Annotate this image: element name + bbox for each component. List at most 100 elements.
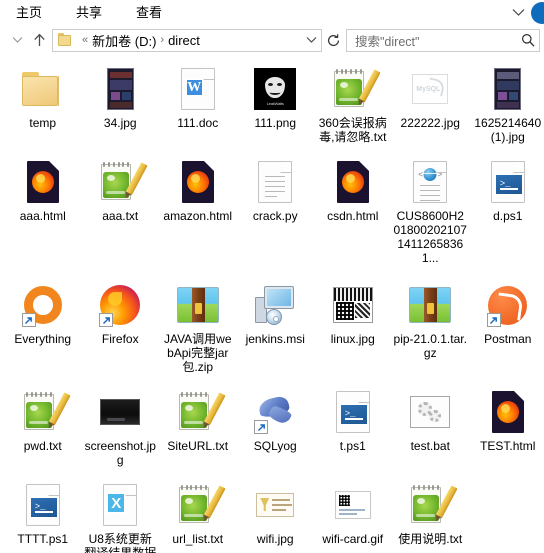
file-item-java-zip[interactable]: JAVA调用webApi完整jar包.zip xyxy=(159,265,237,374)
wifi-thumb-icon xyxy=(251,481,299,529)
file-item-222222-jpg[interactable]: MySQL 222222.jpg xyxy=(392,61,470,144)
file-label: 111.doc xyxy=(177,116,219,130)
file-item-jenkins-msi[interactable]: jenkins.msi xyxy=(237,265,315,374)
arrow-up-icon[interactable] xyxy=(28,28,50,52)
shortcut-arrow-icon xyxy=(99,313,114,327)
file-item-111-png[interactable]: LeakWatts 111.png xyxy=(237,61,315,144)
file-item-wifi-card-gif[interactable]: wifi-card.gif xyxy=(314,467,392,553)
breadcrumb-item-folder[interactable]: direct xyxy=(168,33,200,48)
sqlyog-icon xyxy=(251,388,299,436)
image-mysql-icon: MySQL xyxy=(406,65,454,113)
file-item-crack-py[interactable]: crack.py xyxy=(237,144,315,265)
text-file-icon xyxy=(406,481,458,529)
file-item-postman[interactable]: Postman xyxy=(469,265,544,374)
file-item-url-list-txt[interactable]: url_list.txt xyxy=(159,467,237,553)
address-bar: « 新加卷 (D:) › direct 搜索"direct" xyxy=(0,25,544,55)
breadcrumb-overflow[interactable]: « xyxy=(78,34,92,46)
file-label: jenkins.msi xyxy=(245,332,305,346)
file-item-amazon-html[interactable]: amazon.html xyxy=(159,144,237,265)
chevron-down-icon[interactable] xyxy=(509,0,527,25)
text-file-icon xyxy=(96,158,148,206)
file-list-view[interactable]: temp 34.jpg W 111.doc LeakWatts 111.png … xyxy=(0,55,544,553)
file-item-t-ps1[interactable]: >_ t.ps1 xyxy=(314,374,392,467)
file-item-1625214640-jpg[interactable]: 1625214640(1).jpg xyxy=(469,61,544,144)
firefox-html-icon xyxy=(174,158,222,206)
file-item-360-txt[interactable]: 360会误报病毒,请忽略.txt xyxy=(314,61,392,144)
file-label: 使用说明.txt xyxy=(398,532,463,546)
file-item-wifi-jpg[interactable]: wifi.jpg xyxy=(237,467,315,553)
folder-icon xyxy=(19,65,67,113)
file-label: SQLyog xyxy=(253,439,297,453)
powershell-icon: >_ xyxy=(19,481,67,529)
file-label: wifi-card.gif xyxy=(322,532,384,546)
file-item-u8-xlsx[interactable]: X U8系统更新翻译结果数据(2).xlsx xyxy=(82,467,160,553)
web-doc-icon: < > xyxy=(406,158,454,206)
file-label: amazon.html xyxy=(163,209,233,223)
file-item-linux-jpg[interactable]: linux.jpg xyxy=(314,265,392,374)
chevron-down-icon[interactable] xyxy=(302,30,320,51)
powershell-icon: >_ xyxy=(329,388,377,436)
file-item-34-jpg[interactable]: 34.jpg xyxy=(82,61,160,144)
file-item-cus8600h[interactable]: < > CUS8600H20180020210714112658361... xyxy=(392,144,470,265)
firefox-html-icon xyxy=(484,388,532,436)
chevron-down-icon[interactable] xyxy=(6,28,28,52)
file-item-temp[interactable]: temp xyxy=(4,61,82,144)
file-label: Firefox xyxy=(101,332,139,346)
file-item-siteurl-txt[interactable]: SiteURL.txt xyxy=(159,374,237,467)
word-doc-icon: W xyxy=(174,65,222,113)
breadcrumb[interactable]: « 新加卷 (D:) › direct xyxy=(52,28,322,52)
tab-share[interactable]: 共享 xyxy=(76,0,102,25)
search-icon[interactable] xyxy=(521,33,535,47)
breadcrumb-item-drive[interactable]: 新加卷 (D:) xyxy=(92,31,156,50)
file-item-shiyongshuoming-txt[interactable]: 使用说明.txt xyxy=(392,467,470,553)
file-item-test-bat[interactable]: test.bat xyxy=(392,374,470,467)
file-label: 1625214640(1).jpg xyxy=(474,116,542,144)
generic-file-icon xyxy=(251,158,299,206)
screenshot-icon xyxy=(96,388,144,436)
file-grid: temp 34.jpg W 111.doc LeakWatts 111.png … xyxy=(0,61,544,553)
file-label: temp xyxy=(29,116,57,130)
search-input[interactable]: 搜索"direct" xyxy=(346,28,540,52)
tab-home[interactable]: 主页 xyxy=(16,0,42,25)
tab-view[interactable]: 查看 xyxy=(136,0,162,25)
refresh-icon[interactable] xyxy=(322,29,344,52)
file-item-pip-targz[interactable]: pip-21.0.1.tar.gz xyxy=(392,265,470,374)
file-item-test-html[interactable]: TEST.html xyxy=(469,374,544,467)
file-item-aaa-txt[interactable]: aaa.txt xyxy=(82,144,160,265)
image-mask-icon: LeakWatts xyxy=(251,65,299,113)
file-item-everything[interactable]: Everything xyxy=(4,265,82,374)
firefox-html-icon xyxy=(19,158,67,206)
help-circle-icon[interactable] xyxy=(531,1,544,24)
file-item-sqlyog[interactable]: SQLyog xyxy=(237,374,315,467)
file-item-firefox[interactable]: Firefox xyxy=(82,265,160,374)
file-label: aaa.html xyxy=(19,209,66,223)
file-item-pwd-txt[interactable]: pwd.txt xyxy=(4,374,82,467)
file-label: TEST.html xyxy=(480,439,536,453)
file-label: 111.png xyxy=(254,116,297,130)
installer-icon xyxy=(251,281,299,329)
postman-icon xyxy=(484,281,532,329)
file-label: SiteURL.txt xyxy=(167,439,229,453)
file-item-aaa-html[interactable]: aaa.html xyxy=(4,144,82,265)
file-label: 34.jpg xyxy=(103,116,137,130)
file-label: url_list.txt xyxy=(172,532,224,546)
ribbon-right-controls xyxy=(509,0,544,25)
image-thumb-icon xyxy=(484,65,532,113)
shortcut-arrow-icon xyxy=(21,313,36,327)
archive-icon xyxy=(174,281,222,329)
file-item-d-ps1[interactable]: >_ d.ps1 xyxy=(469,144,544,265)
file-item-csdn-html[interactable]: csdn.html xyxy=(314,144,392,265)
file-label: 222222.jpg xyxy=(400,116,460,130)
powershell-icon: >_ xyxy=(484,158,532,206)
shortcut-arrow-icon xyxy=(486,313,501,327)
file-item-screenshot-jpg[interactable]: screenshot.jpg xyxy=(82,374,160,467)
firefox-icon xyxy=(96,281,144,329)
file-label: 360会误报病毒,请忽略.txt xyxy=(318,116,387,144)
file-item-tttt-ps1[interactable]: >_ TTTT.ps1 xyxy=(4,467,82,553)
file-label: JAVA调用webApi完整jar包.zip xyxy=(163,332,232,374)
file-label: t.ps1 xyxy=(339,439,366,453)
file-item-111-doc[interactable]: W 111.doc xyxy=(159,61,237,144)
breadcrumb-separator: › xyxy=(160,34,165,46)
ribbon-tab-bar: 主页 共享 查看 xyxy=(0,0,544,25)
file-label: pwd.txt xyxy=(23,439,62,453)
